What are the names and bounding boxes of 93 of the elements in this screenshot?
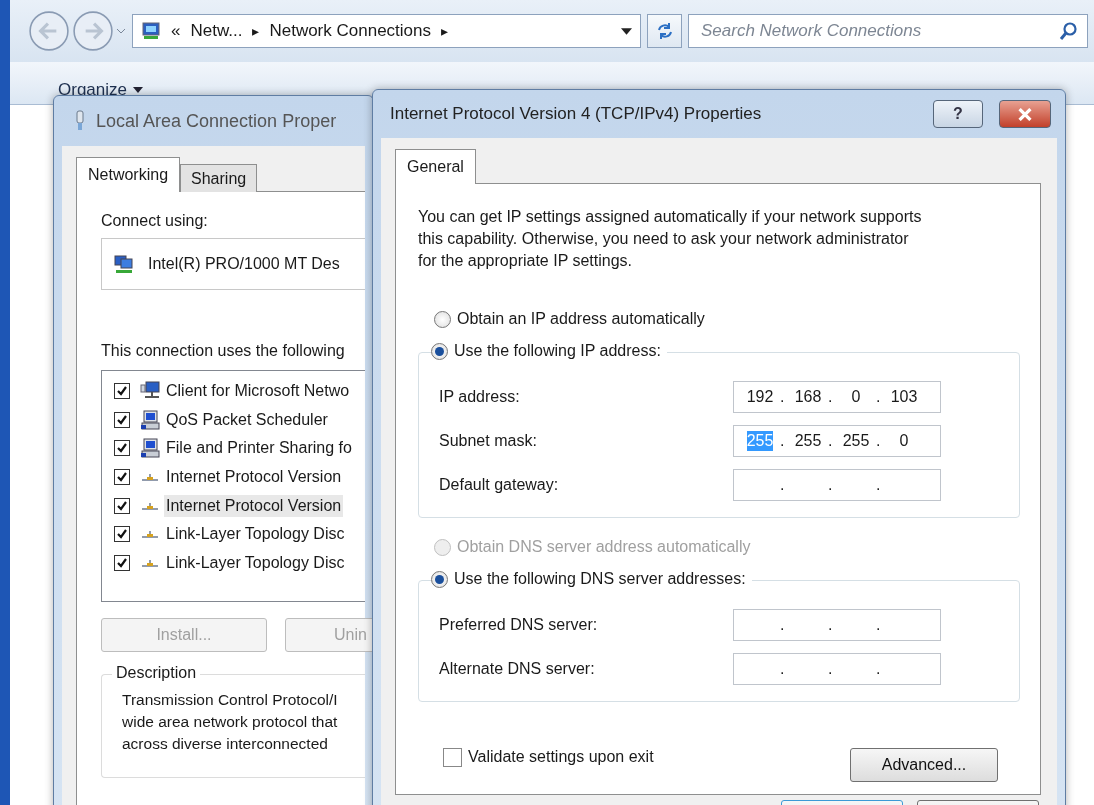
field-label: Subnet mask: xyxy=(439,432,538,450)
octet-separator: . xyxy=(828,660,834,678)
dialog-title: Local Area Connection Proper xyxy=(96,110,337,132)
octet-separator: . xyxy=(876,476,882,494)
computer-icon xyxy=(140,438,160,459)
close-button[interactable] xyxy=(999,100,1051,128)
checkbox[interactable] xyxy=(114,554,130,571)
checkbox[interactable] xyxy=(114,526,130,543)
tab[interactable]: Networking xyxy=(76,157,181,192)
description-text: Transmission Control Protocol/I wide area network protocol that across diverse interconnected xyxy=(122,690,339,754)
checkbox[interactable] xyxy=(114,383,130,400)
checkbox[interactable] xyxy=(114,469,130,486)
octet-value: 0 xyxy=(851,387,861,407)
octet-separator: . xyxy=(780,616,786,634)
radio-button[interactable] xyxy=(434,310,451,328)
radio-button[interactable] xyxy=(431,570,448,588)
octet-separator: . xyxy=(876,616,882,634)
ip-address-field[interactable]: . . . xyxy=(733,609,941,641)
checkbox-label: Validate settings upon exit xyxy=(468,748,654,766)
search-icon[interactable] xyxy=(1059,21,1079,41)
group-title: Description xyxy=(112,664,201,682)
breadcrumb-arrow[interactable]: ▸ xyxy=(441,23,448,39)
checkbox[interactable] xyxy=(114,497,130,514)
component-item[interactable]: Client for Microsoft Netwo xyxy=(164,380,352,403)
checkbox[interactable] xyxy=(114,411,130,428)
tab[interactable]: General xyxy=(395,149,476,184)
octet-separator: . xyxy=(828,388,834,406)
network-protocol-icon xyxy=(142,530,158,539)
checkbox[interactable] xyxy=(443,747,462,767)
caret-icon xyxy=(133,87,143,93)
octet-value: 192 xyxy=(746,387,774,407)
ip-address-field[interactable]: . . . xyxy=(733,469,941,501)
radio-label: Use the following DNS server addresses: xyxy=(454,570,746,588)
organize-button[interactable]: Organize xyxy=(54,80,147,104)
address-bar[interactable]: « Netw... ▸ Network Connections ▸ xyxy=(132,14,642,48)
field-label: Alternate DNS server: xyxy=(439,660,596,678)
ip-address-field[interactable]: 255 . 255 . 255 . 0 xyxy=(733,425,941,457)
radio-label: Obtain DNS server address automatically xyxy=(457,538,751,556)
network-cable-icon xyxy=(74,110,86,132)
dialog-title: Internet Protocol Version 4 (TCP/IPv4) Properties xyxy=(390,104,762,124)
field-label: Preferred DNS server: xyxy=(439,616,599,634)
octet-separator: . xyxy=(828,616,834,634)
radio-button[interactable] xyxy=(431,342,448,360)
computer-icon xyxy=(140,409,160,430)
network-folder-icon xyxy=(141,21,161,41)
network-adapter-icon xyxy=(114,254,134,274)
intro-text: You can get IP settings assigned automatically if your network supports this capability. Otherwise, you need to ask your network administrator for the appropriate IP settings. xyxy=(418,207,923,271)
overflow-chevron[interactable]: « xyxy=(171,21,181,41)
breadcrumb-arrow[interactable]: ▸ xyxy=(252,23,260,39)
component-item[interactable]: Link-Layer Topology Disc xyxy=(164,523,347,546)
breadcrumb-item[interactable]: Network Connections xyxy=(269,21,431,41)
component-item[interactable]: QoS Packet Scheduler xyxy=(164,408,330,431)
checkbox[interactable] xyxy=(114,440,130,457)
octet-value: 255 xyxy=(746,431,774,451)
octet-separator: . xyxy=(876,388,882,406)
components-label: This connection uses the following xyxy=(101,342,346,360)
component-item[interactable]: File and Printer Sharing fo xyxy=(164,437,354,460)
octet-value: 255 xyxy=(842,431,870,451)
octet-separator: . xyxy=(828,432,834,450)
octet-separator: . xyxy=(780,432,786,450)
help-button[interactable]: ? xyxy=(933,100,983,128)
ip-address-field[interactable]: 192 . 168 . 0 . 103 xyxy=(733,381,941,413)
network-protocol-icon xyxy=(142,501,158,510)
octet-separator: . xyxy=(828,476,834,494)
network-protocol-icon xyxy=(142,558,158,567)
component-item[interactable]: Internet Protocol Version xyxy=(164,494,344,517)
network-protocol-icon xyxy=(142,473,158,482)
close-icon xyxy=(1017,107,1033,121)
breadcrumb-item[interactable]: Netw... xyxy=(190,21,243,41)
field-label: Default gateway: xyxy=(439,476,560,494)
octet-separator: . xyxy=(780,388,786,406)
history-dropdown-icon[interactable] xyxy=(116,28,126,34)
octet-separator: . xyxy=(780,476,786,494)
adapter-name: Intel(R) PRO/1000 MT Des xyxy=(148,255,340,273)
octet-value: 168 xyxy=(794,387,822,407)
component-item[interactable]: Internet Protocol Version xyxy=(164,466,344,489)
search-field[interactable]: Search Network Connections xyxy=(688,14,1088,48)
ip-address-field[interactable]: . . . xyxy=(733,653,941,685)
octet-separator: . xyxy=(876,432,882,450)
component-item[interactable]: Link-Layer Topology Disc xyxy=(164,551,347,574)
dropdown-icon[interactable] xyxy=(621,27,633,35)
connect-using-label: Connect using: xyxy=(101,212,209,230)
octet-value: 0 xyxy=(899,431,909,451)
field-label: IP address: xyxy=(439,388,521,406)
advanced-button[interactable]: Advanced... xyxy=(850,748,998,782)
refresh-button[interactable] xyxy=(647,14,682,48)
radio-label: Use the following IP address: xyxy=(454,342,661,360)
tab[interactable]: Sharing xyxy=(180,164,258,192)
octet-separator: . xyxy=(780,660,786,678)
octet-value: 255 xyxy=(794,431,822,451)
radio-label: Obtain an IP address automatically xyxy=(457,310,705,328)
octet-separator: . xyxy=(876,660,882,678)
octet-value: 103 xyxy=(890,387,918,407)
